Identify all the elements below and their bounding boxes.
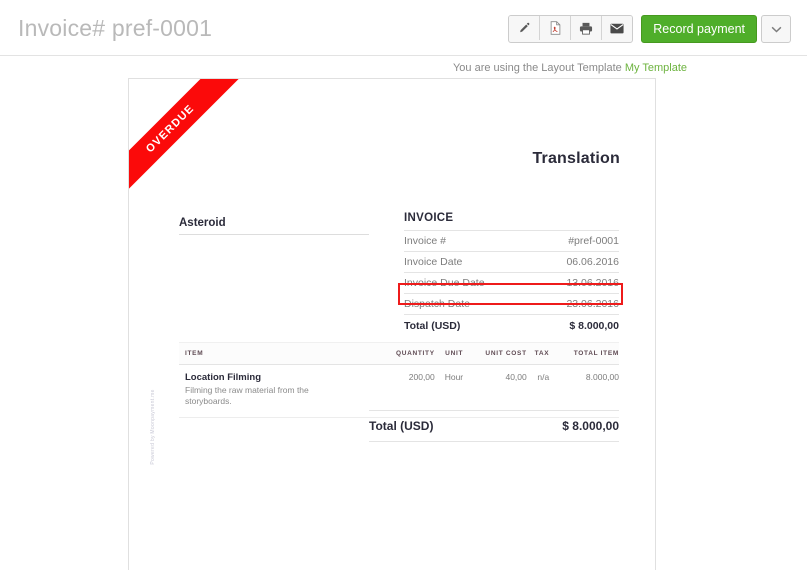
invoice-meta-value: 13.06.2016 — [566, 277, 619, 289]
bill-to-divider — [179, 234, 369, 235]
line-items-column-header: UNIT COST — [463, 342, 527, 365]
invoice-meta-label: Invoice Date — [404, 256, 463, 268]
line-item-name: Location Filming — [185, 372, 261, 383]
print-button[interactable] — [571, 16, 603, 40]
record-payment-button[interactable]: Record payment — [641, 15, 757, 43]
print-icon — [579, 22, 593, 35]
toolbar-dropdown-button[interactable] — [761, 15, 791, 43]
edit-button[interactable] — [509, 16, 541, 40]
invoice-meta-row: Invoice # #pref-0001 — [404, 230, 619, 252]
grand-total-row: Total (USD) $ 8.000,00 — [369, 410, 619, 442]
line-items-column-header: UNIT — [434, 342, 464, 365]
my-template-link[interactable]: My Template — [625, 62, 687, 74]
invoice-meta-value: #pref-0001 — [568, 235, 619, 247]
invoice-meta-label: Invoice Due Date — [404, 277, 485, 289]
bill-to-name: Asteroid — [179, 217, 226, 229]
pdf-icon — [549, 21, 562, 35]
invoice-meta-total-label: Total (USD) — [404, 314, 535, 336]
invoice-meta-row: Invoice Date 06.06.2016 — [404, 251, 619, 273]
invoice-document: OVERDUE Powered by Moonpayment.me Transl… — [128, 78, 656, 570]
invoice-meta-row: Dispatch Date 23.06.2016 — [404, 293, 619, 315]
bill-to-block: Asteroid — [179, 217, 369, 235]
app-header: Invoice# pref-0001 Record payment — [0, 0, 807, 56]
invoice-meta-label: Invoice # — [404, 235, 447, 247]
invoice-meta-table: Invoice # #pref-0001 Invoice Date 06.06.201… — [404, 230, 619, 336]
powered-by-watermark: Powered by Moonpayment.me — [150, 389, 156, 465]
line-items-column-header: ITEM — [179, 342, 375, 365]
header-toolbar: Record payment — [508, 15, 791, 43]
invoice-meta-label: Dispatch Date — [404, 298, 470, 310]
email-button[interactable] — [602, 16, 633, 40]
line-items-column-header: TOTAL ITEM — [549, 342, 619, 365]
line-items-column-header: QUANTITY — [375, 342, 435, 365]
line-items-header: ITEM QUANTITY UNIT UNIT COST TAX TOTAL ITEM — [179, 342, 619, 365]
invoice-meta-value: 06.06.2016 — [566, 256, 619, 268]
invoice-meta-row: Invoice Due Date 13.06.2016 — [404, 272, 619, 294]
invoice-meta-heading: INVOICE — [404, 212, 454, 224]
pdf-button[interactable] — [540, 16, 572, 40]
line-items-header-row: ITEM QUANTITY UNIT UNIT COST TAX TOTAL ITEM — [179, 342, 619, 365]
document-title: Translation — [532, 150, 620, 167]
line-item-description: Filming the raw material from the storyb… — [185, 385, 309, 407]
invoice-meta-total-value: $ 8.000,00 — [534, 314, 619, 336]
chevron-down-icon — [771, 20, 782, 38]
overdue-ribbon-corner: OVERDUE — [129, 79, 259, 209]
layout-template-notice: You are using the Layout Template My Tem… — [453, 62, 687, 74]
line-items-table: ITEM QUANTITY UNIT UNIT COST TAX TOTAL ITEM L… — [179, 342, 619, 418]
record-payment-label: Record payment — [653, 22, 745, 36]
line-item-description-cell: Location Filming Filming the raw material… — [179, 364, 375, 418]
invoice-meta-block: INVOICE Invoice # #pref-0001 Invoice Date 0… — [404, 212, 619, 336]
grand-total-value: $ 8.000,00 — [562, 419, 619, 433]
line-items-column-header: TAX — [526, 342, 550, 365]
edit-icon — [518, 22, 531, 35]
email-icon — [610, 23, 624, 34]
invoice-meta-value: 23.06.2016 — [566, 298, 619, 310]
grand-total-label: Total (USD) — [369, 419, 434, 433]
invoice-meta-total-row: Total (USD) $ 8.000,00 — [404, 314, 619, 336]
overdue-ribbon-label: OVERDUE — [129, 79, 247, 206]
layout-template-notice-text: You are using the Layout Template — [452, 62, 622, 74]
icon-button-group — [508, 15, 634, 43]
page-title: Invoice# pref-0001 — [18, 15, 213, 41]
